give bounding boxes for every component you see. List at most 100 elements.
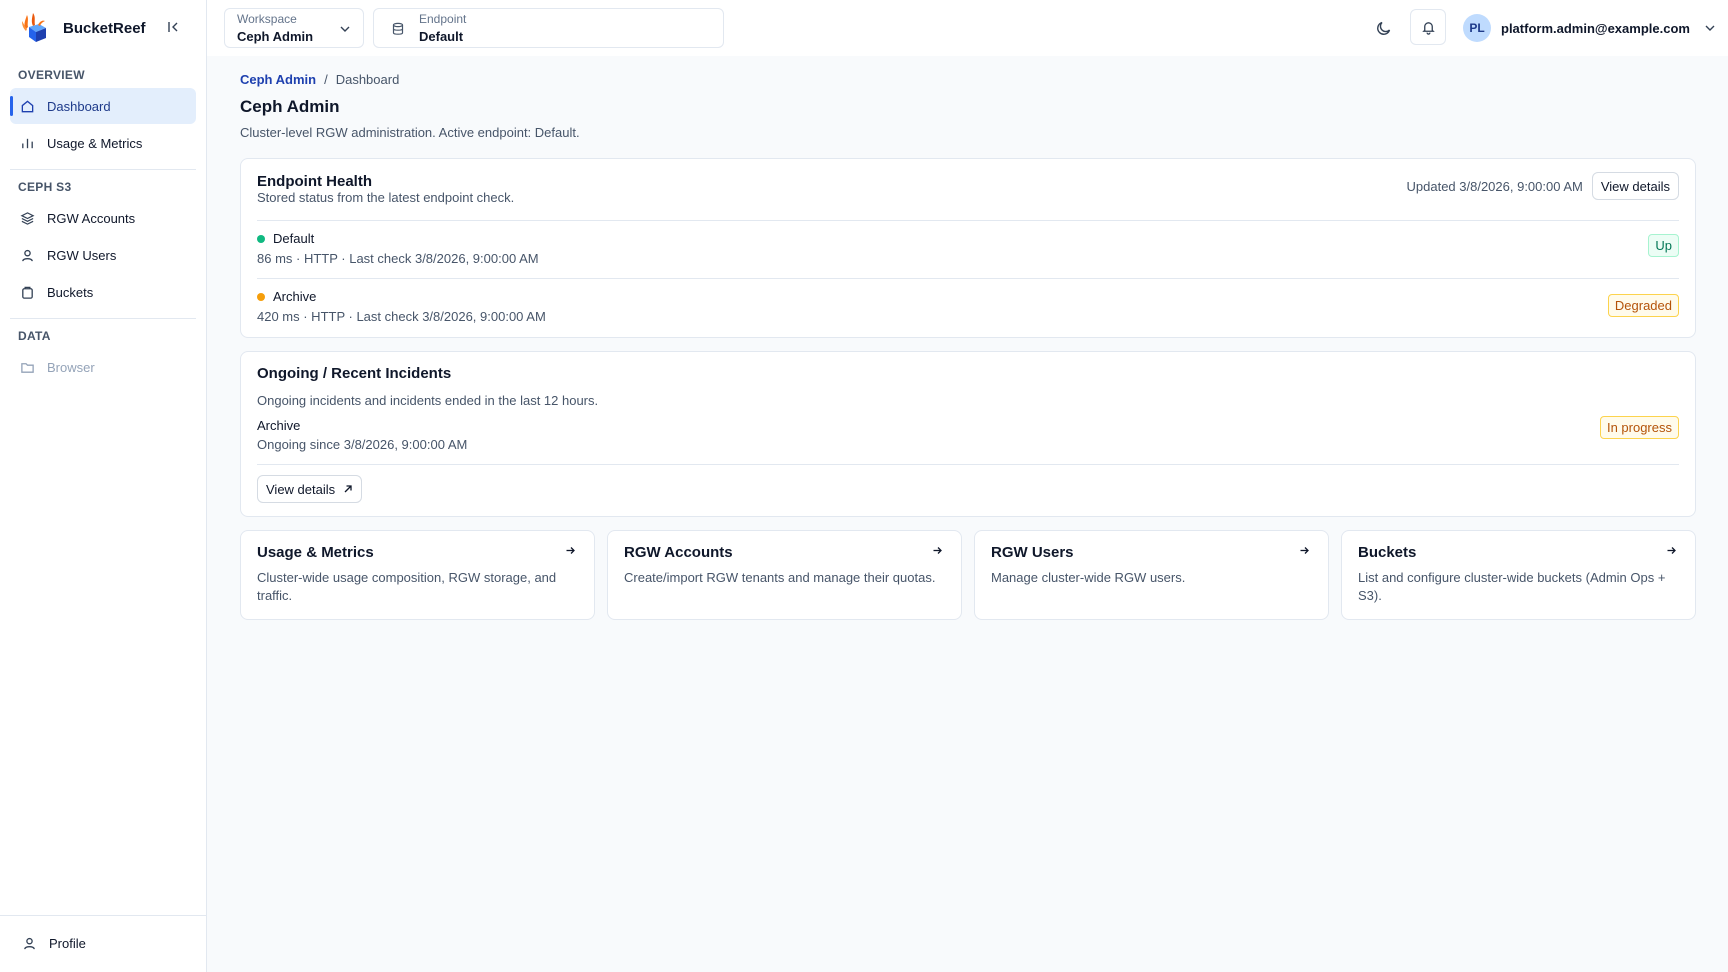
layers-icon xyxy=(20,211,35,225)
button-label: View details xyxy=(266,481,336,497)
user-menu[interactable]: PL platform.admin@example.com xyxy=(1463,14,1716,42)
quick-link-buckets[interactable]: Buckets List and configure cluster-wide … xyxy=(1341,530,1696,620)
status-badge: Degraded xyxy=(1607,294,1679,317)
nav-section-ceph-s3: CEPH S3 RGW Accounts RGW Users Buckets xyxy=(0,176,206,310)
sidebar-item-label: Dashboard xyxy=(47,98,111,114)
endpoint-detail: 86 ms · HTTP · Last check 3/8/2026, 9:00… xyxy=(257,251,539,266)
nav-heading: OVERVIEW xyxy=(18,68,85,82)
endpoint-health-header: Endpoint Health Stored status from the l… xyxy=(257,159,1679,221)
endpoint-select[interactable]: Endpoint Default xyxy=(373,8,724,48)
main-content: Ceph Admin / Dashboard Ceph Admin Cluste… xyxy=(240,56,1696,620)
quick-link-title: RGW Users xyxy=(991,544,1074,561)
sidebar-item-label: Browser xyxy=(47,359,95,375)
workspace-select[interactable]: Workspace Ceph Admin xyxy=(224,8,364,48)
quick-link-title: Usage & Metrics xyxy=(257,544,374,561)
view-details-button[interactable]: View details xyxy=(1591,172,1679,200)
status-badge: In progress xyxy=(1599,416,1679,439)
brand-name: BucketReef xyxy=(63,19,146,37)
sidebar-footer: Profile xyxy=(0,915,206,972)
quick-link-description: Manage cluster-wide RGW users. xyxy=(991,570,1186,585)
avatar: PL xyxy=(1463,14,1491,42)
nav-heading: DATA xyxy=(18,329,51,343)
workspace-value: Ceph Admin xyxy=(237,29,314,44)
endpoint-name-label: Default xyxy=(273,231,315,246)
sidebar-item-label: Usage & Metrics xyxy=(47,135,143,151)
arrow-right-icon xyxy=(1667,547,1676,554)
endpoint-health-meta: Updated 3/8/2026, 9:00:00 AM View detail… xyxy=(1406,172,1679,200)
incidents-card: Ongoing / Recent Incidents Ongoing incid… xyxy=(240,351,1696,517)
incidents-title: Ongoing / Recent Incidents xyxy=(257,365,452,382)
endpoint-health-card: Endpoint Health Stored status from the l… xyxy=(240,158,1696,338)
chevron-down-icon xyxy=(1705,25,1715,31)
breadcrumb-separator: / xyxy=(324,72,328,87)
sidebar-item-browser: Browser xyxy=(10,349,196,385)
status-badge: Up xyxy=(1648,234,1679,257)
breadcrumb-link-root[interactable]: Ceph Admin xyxy=(240,72,316,88)
status-dot-icon xyxy=(257,292,265,301)
sidebar-item-usage-metrics[interactable]: Usage & Metrics xyxy=(10,125,196,161)
user-icon xyxy=(24,937,35,950)
sidebar-item-label: Profile xyxy=(49,936,86,951)
chevron-down-icon xyxy=(340,26,350,32)
nav-section-data: DATA Browser xyxy=(0,325,206,385)
topbar: Workspace Ceph Admin Endpoint Default PL… xyxy=(207,0,1728,56)
folder-icon xyxy=(21,362,34,373)
endpoint-name: Default xyxy=(257,230,1679,247)
sidebar-item-rgw-users[interactable]: RGW Users xyxy=(10,237,196,273)
incident-row: Archive Ongoing since 3/8/2026, 9:00:00 … xyxy=(257,416,1679,465)
bucketreef-logo-icon xyxy=(22,13,46,42)
sidebar-item-label: RGW Users xyxy=(47,247,117,263)
sidebar: BucketReef OVERVIEW Dashboard Usage & Me… xyxy=(0,0,207,972)
sidebar-item-rgw-accounts[interactable]: RGW Accounts xyxy=(10,200,196,236)
quick-link-description: Cluster-wide usage composition, RGW stor… xyxy=(257,570,557,603)
view-incident-details-button[interactable]: View details xyxy=(257,475,363,503)
user-email: platform.admin@example.com xyxy=(1501,20,1690,36)
notifications-button[interactable] xyxy=(1410,9,1446,45)
sidebar-item-profile[interactable]: Profile xyxy=(20,926,88,962)
quick-link-usage-metrics[interactable]: Usage & Metrics Cluster-wide usage compo… xyxy=(240,530,595,620)
incident-name: Archive xyxy=(257,418,301,433)
sidebar-item-label: Buckets xyxy=(47,284,94,300)
home-icon xyxy=(21,99,34,112)
bar-chart-icon xyxy=(22,138,33,148)
quick-link-description: Create/import RGW tenants and manage the… xyxy=(624,570,936,585)
nav-heading: CEPH S3 xyxy=(18,180,72,194)
page-subtitle: Cluster-level RGW administration. Active… xyxy=(240,125,580,140)
status-dot-icon xyxy=(257,234,265,243)
endpoint-row: Archive 420 ms · HTTP · Last check 3/8/2… xyxy=(257,278,1679,335)
collapse-sidebar-icon[interactable] xyxy=(166,19,182,35)
incidents-description: Ongoing incidents and incidents ended in… xyxy=(257,393,599,408)
breadcrumb: Ceph Admin / Dashboard xyxy=(240,72,1696,88)
quick-link-rgw-accounts[interactable]: RGW Accounts Create/import RGW tenants a… xyxy=(607,530,962,620)
incident-since: Ongoing since 3/8/2026, 9:00:00 AM xyxy=(257,437,468,452)
breadcrumb-current: Dashboard xyxy=(335,72,400,87)
quick-links: Usage & Metrics Cluster-wide usage compo… xyxy=(240,530,1696,620)
endpoint-name: Archive xyxy=(257,288,1679,305)
nav-section-overview: OVERVIEW Dashboard Usage & Metrics xyxy=(0,56,206,161)
moon-icon[interactable] xyxy=(1375,19,1393,37)
endpoint-value: Default xyxy=(419,29,464,44)
endpoint-row: Default 86 ms · HTTP · Last check 3/8/20… xyxy=(257,221,1679,278)
endpoint-detail: 420 ms · HTTP · Last check 3/8/2026, 9:0… xyxy=(257,309,546,324)
arrow-right-icon xyxy=(1300,547,1309,554)
workspace-label: Workspace xyxy=(237,12,297,26)
quick-link-title: RGW Accounts xyxy=(624,544,733,561)
nav-divider xyxy=(10,169,196,170)
page-title: Ceph Admin xyxy=(240,97,340,116)
arrow-up-right-icon xyxy=(344,485,352,493)
updated-timestamp: Updated 3/8/2026, 9:00:00 AM xyxy=(1406,178,1583,194)
quick-link-rgw-users[interactable]: RGW Users Manage cluster-wide RGW users. xyxy=(974,530,1329,620)
database-icon xyxy=(392,22,404,35)
sidebar-item-buckets[interactable]: Buckets xyxy=(10,274,196,310)
endpoint-label: Endpoint xyxy=(419,12,467,26)
user-icon xyxy=(22,249,33,261)
bucket-icon xyxy=(22,286,33,299)
endpoint-name-label: Archive xyxy=(273,289,317,304)
quick-link-title: Buckets xyxy=(1358,544,1417,561)
arrow-right-icon xyxy=(566,547,575,554)
quick-link-description: List and configure cluster-wide buckets … xyxy=(1358,570,1666,603)
sidebar-item-dashboard[interactable]: Dashboard xyxy=(10,88,196,124)
nav-divider xyxy=(10,318,196,319)
bell-icon xyxy=(1421,21,1435,35)
sidebar-item-label: RGW Accounts xyxy=(47,210,136,226)
